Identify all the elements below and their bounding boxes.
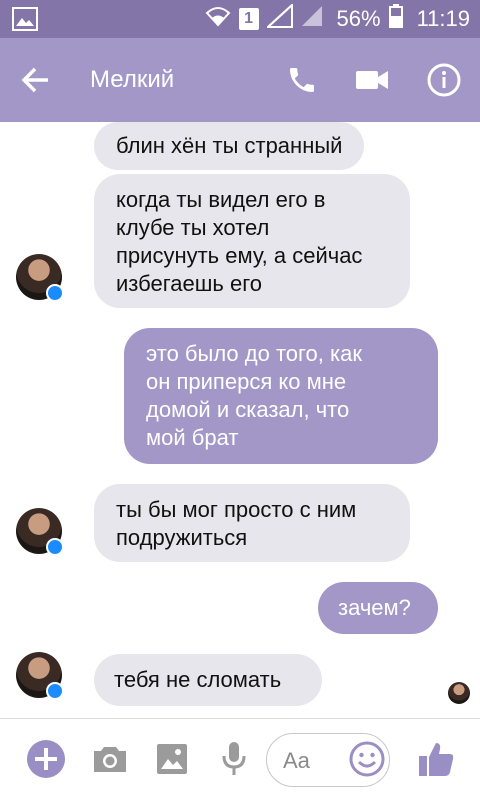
messenger-badge-icon (46, 682, 64, 700)
clock: 11:19 (416, 6, 470, 31)
status-bar: 1 56% 11:19 (0, 0, 480, 38)
video-camera-icon[interactable] (352, 60, 392, 100)
message-input[interactable] (283, 746, 343, 776)
signal-icon (301, 5, 323, 33)
microphone-icon[interactable] (214, 739, 254, 779)
wifi-icon (205, 5, 231, 33)
info-icon[interactable] (424, 60, 464, 100)
phone-icon[interactable] (282, 60, 322, 100)
message-outgoing[interactable]: зачем? (318, 582, 438, 634)
message-incoming[interactable]: когда ты видел его в клубе ты хотел прис… (94, 174, 410, 308)
message-incoming[interactable]: ты бы мог просто с ним подружиться (94, 484, 410, 562)
avatar[interactable] (16, 254, 64, 302)
no-signal-icon (264, 2, 293, 34)
battery-level: 56% (336, 6, 381, 31)
image-icon[interactable] (152, 739, 192, 779)
camera-icon[interactable] (90, 739, 130, 779)
battery-icon (388, 4, 403, 34)
message-incoming[interactable]: тебя не сломать (94, 654, 322, 706)
plus-icon[interactable] (26, 739, 66, 779)
sim-badge: 1 (238, 8, 259, 30)
message-list[interactable]: блин хён ты странный когда ты видел его … (0, 122, 480, 718)
gallery-notification-icon (12, 7, 38, 36)
message-input-container[interactable] (266, 733, 390, 787)
messenger-badge-icon (46, 284, 64, 302)
message-incoming[interactable]: блин хён ты странный (94, 122, 365, 170)
avatar[interactable] (16, 508, 64, 556)
message-outgoing[interactable]: это было до того, как он приперся ко мне… (124, 328, 438, 464)
contact-name[interactable]: Мелкий (90, 66, 174, 94)
messenger-badge-icon (46, 538, 64, 556)
avatar[interactable] (16, 652, 64, 700)
thumbs-up-icon[interactable] (416, 739, 456, 779)
emoji-icon[interactable] (349, 741, 387, 779)
back-arrow-icon[interactable] (18, 62, 54, 98)
conversation-header: Мелкий (0, 38, 480, 122)
composer-bar (0, 718, 480, 800)
seen-indicator-avatar (448, 682, 470, 704)
